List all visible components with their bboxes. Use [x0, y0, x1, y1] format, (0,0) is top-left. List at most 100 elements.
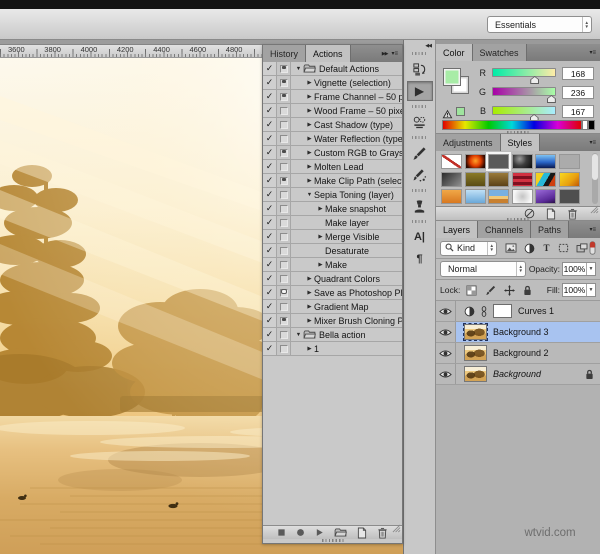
action-dialog-toggle[interactable]	[277, 216, 291, 229]
layer-row[interactable]: Background 2	[436, 343, 600, 364]
tab-actions[interactable]: Actions	[306, 45, 351, 62]
channel-value[interactable]: 236	[562, 86, 594, 99]
fill-input[interactable]: 100% ▼	[562, 283, 596, 297]
dock-gripper[interactable]	[412, 189, 428, 192]
tool-presets-panel-icon[interactable]	[412, 195, 427, 217]
collapse-to-icons-icon[interactable]: ▶▶	[382, 51, 388, 57]
layer-body[interactable]: Curves 1	[456, 301, 600, 321]
new-style-button[interactable]	[546, 208, 556, 220]
panel-menu-icon[interactable]: ▾≡	[589, 226, 596, 233]
dock-gripper[interactable]	[412, 136, 428, 139]
visibility-toggle[interactable]	[436, 364, 456, 384]
brush-panel-icon[interactable]	[412, 142, 427, 164]
action-dialog-toggle[interactable]	[277, 146, 291, 159]
caret-down-icon[interactable]: ▼	[294, 66, 303, 72]
action-row[interactable]: ✓▼Default Actions	[263, 62, 402, 76]
dropdown-arrow-icon[interactable]: ▼	[586, 263, 595, 275]
shape-layer-filter-icon[interactable]	[558, 243, 569, 253]
foreground-color-swatch[interactable]	[443, 68, 461, 86]
action-check-toggle[interactable]: ✓	[263, 230, 277, 243]
layer-thumbnail[interactable]	[464, 366, 487, 382]
action-row[interactable]: ✓▶Frame Channel – 50 p...	[263, 90, 402, 104]
caret-down-icon[interactable]: ▼	[305, 192, 314, 198]
layer-row[interactable]: Background	[436, 364, 600, 385]
layer-thumbnail[interactable]	[464, 324, 487, 340]
opacity-input[interactable]: 100% ▼	[562, 262, 596, 276]
action-check-toggle[interactable]: ✓	[263, 76, 277, 89]
layer-filter-kind-select[interactable]: Kind ▲▼	[440, 241, 497, 256]
action-dialog-toggle[interactable]	[277, 314, 291, 327]
action-row[interactable]: ✓▶Make Clip Path (select...	[263, 174, 402, 188]
visibility-toggle[interactable]	[436, 301, 456, 321]
action-check-toggle[interactable]: ✓	[263, 118, 277, 131]
style-swatch-charcoal-gradient[interactable]	[441, 172, 462, 187]
caret-right-icon[interactable]: ▶	[316, 262, 325, 268]
style-swatch-red-stripes[interactable]	[512, 172, 533, 187]
action-row[interactable]: ✓▶Custom RGB to Grays...	[263, 146, 402, 160]
action-check-toggle[interactable]: ✓	[263, 328, 277, 341]
caret-right-icon[interactable]: ▶	[305, 150, 314, 156]
action-check-toggle[interactable]: ✓	[263, 104, 277, 117]
clone-source-panel-icon[interactable]	[412, 111, 427, 133]
action-check-toggle[interactable]: ✓	[263, 272, 277, 285]
action-check-toggle[interactable]: ✓	[263, 314, 277, 327]
action-dialog-toggle[interactable]	[277, 90, 291, 103]
channel-slider[interactable]	[492, 68, 556, 77]
visibility-toggle[interactable]	[436, 322, 456, 342]
channel-slider[interactable]	[492, 87, 556, 96]
lock-image-icon[interactable]	[485, 285, 496, 296]
style-swatch-orange-gradient[interactable]	[441, 189, 462, 204]
action-row[interactable]: ✓▶Save as Photoshop PDF	[263, 286, 402, 300]
style-swatch-dark-gray[interactable]	[488, 154, 509, 169]
caret-right-icon[interactable]: ▶	[316, 206, 325, 212]
action-row[interactable]: ✓Desaturate	[263, 244, 402, 258]
action-check-toggle[interactable]: ✓	[263, 258, 277, 271]
action-check-toggle[interactable]: ✓	[263, 146, 277, 159]
character-panel-icon[interactable]: A|	[414, 226, 425, 248]
action-row[interactable]: ✓▶Cast Shadow (type)	[263, 118, 402, 132]
action-row[interactable]: ✓▶Quadrant Colors	[263, 272, 402, 286]
workspace-selector[interactable]: Essentials ▲▼	[487, 16, 592, 33]
dropdown-arrow-icon[interactable]: ▼	[586, 284, 595, 296]
style-swatch-black-gloss[interactable]	[512, 154, 533, 169]
style-swatch-orange-glow[interactable]	[465, 154, 486, 169]
action-dialog-toggle[interactable]	[277, 342, 291, 355]
action-dialog-toggle[interactable]	[277, 76, 291, 89]
style-swatch-bronze[interactable]	[488, 172, 509, 187]
record-button[interactable]	[296, 528, 305, 537]
layer-body[interactable]: Background 3	[456, 322, 600, 342]
caret-right-icon[interactable]: ▶	[305, 178, 314, 184]
tab-styles[interactable]: Styles	[501, 134, 541, 151]
style-swatch-dark-charcoal[interactable]	[559, 189, 580, 204]
delete-style-button[interactable]	[567, 208, 578, 220]
caret-right-icon[interactable]: ▶	[305, 122, 314, 128]
caret-right-icon[interactable]: ▶	[305, 346, 314, 352]
stop-button[interactable]	[277, 528, 286, 537]
brush-presets-panel-icon[interactable]	[412, 164, 427, 186]
style-swatch-tropical-multicolor[interactable]	[535, 172, 556, 187]
action-row[interactable]: ✓▶1	[263, 342, 402, 356]
style-swatch-no-style[interactable]	[441, 154, 462, 169]
layer-row[interactable]: Curves 1	[436, 301, 600, 322]
panel-drag-gripper[interactable]	[322, 539, 344, 542]
action-row[interactable]: ✓▼Sepia Toning (layer)	[263, 188, 402, 202]
history-panel-icon[interactable]	[412, 58, 427, 80]
action-row[interactable]: ✓▶Water Reflection (type)	[263, 132, 402, 146]
action-dialog-toggle[interactable]	[277, 272, 291, 285]
caret-right-icon[interactable]: ▶	[305, 276, 314, 282]
gamut-color-swatch[interactable]	[456, 107, 465, 116]
caret-right-icon[interactable]: ▶	[305, 108, 314, 114]
dock-gripper[interactable]	[412, 105, 428, 108]
caret-right-icon[interactable]: ▶	[305, 290, 314, 296]
slider-thumb-icon[interactable]	[530, 76, 539, 84]
action-dialog-toggle[interactable]	[277, 286, 291, 299]
action-check-toggle[interactable]: ✓	[263, 188, 277, 201]
action-check-toggle[interactable]: ✓	[263, 342, 277, 355]
caret-right-icon[interactable]: ▶	[316, 234, 325, 240]
action-row[interactable]: ✓▼Bella action	[263, 328, 402, 342]
layer-body[interactable]: Background	[456, 364, 600, 384]
action-check-toggle[interactable]: ✓	[263, 300, 277, 313]
pixel-layer-filter-icon[interactable]	[505, 243, 517, 253]
caret-right-icon[interactable]: ▶	[305, 304, 314, 310]
lock-all-icon[interactable]	[523, 285, 532, 296]
